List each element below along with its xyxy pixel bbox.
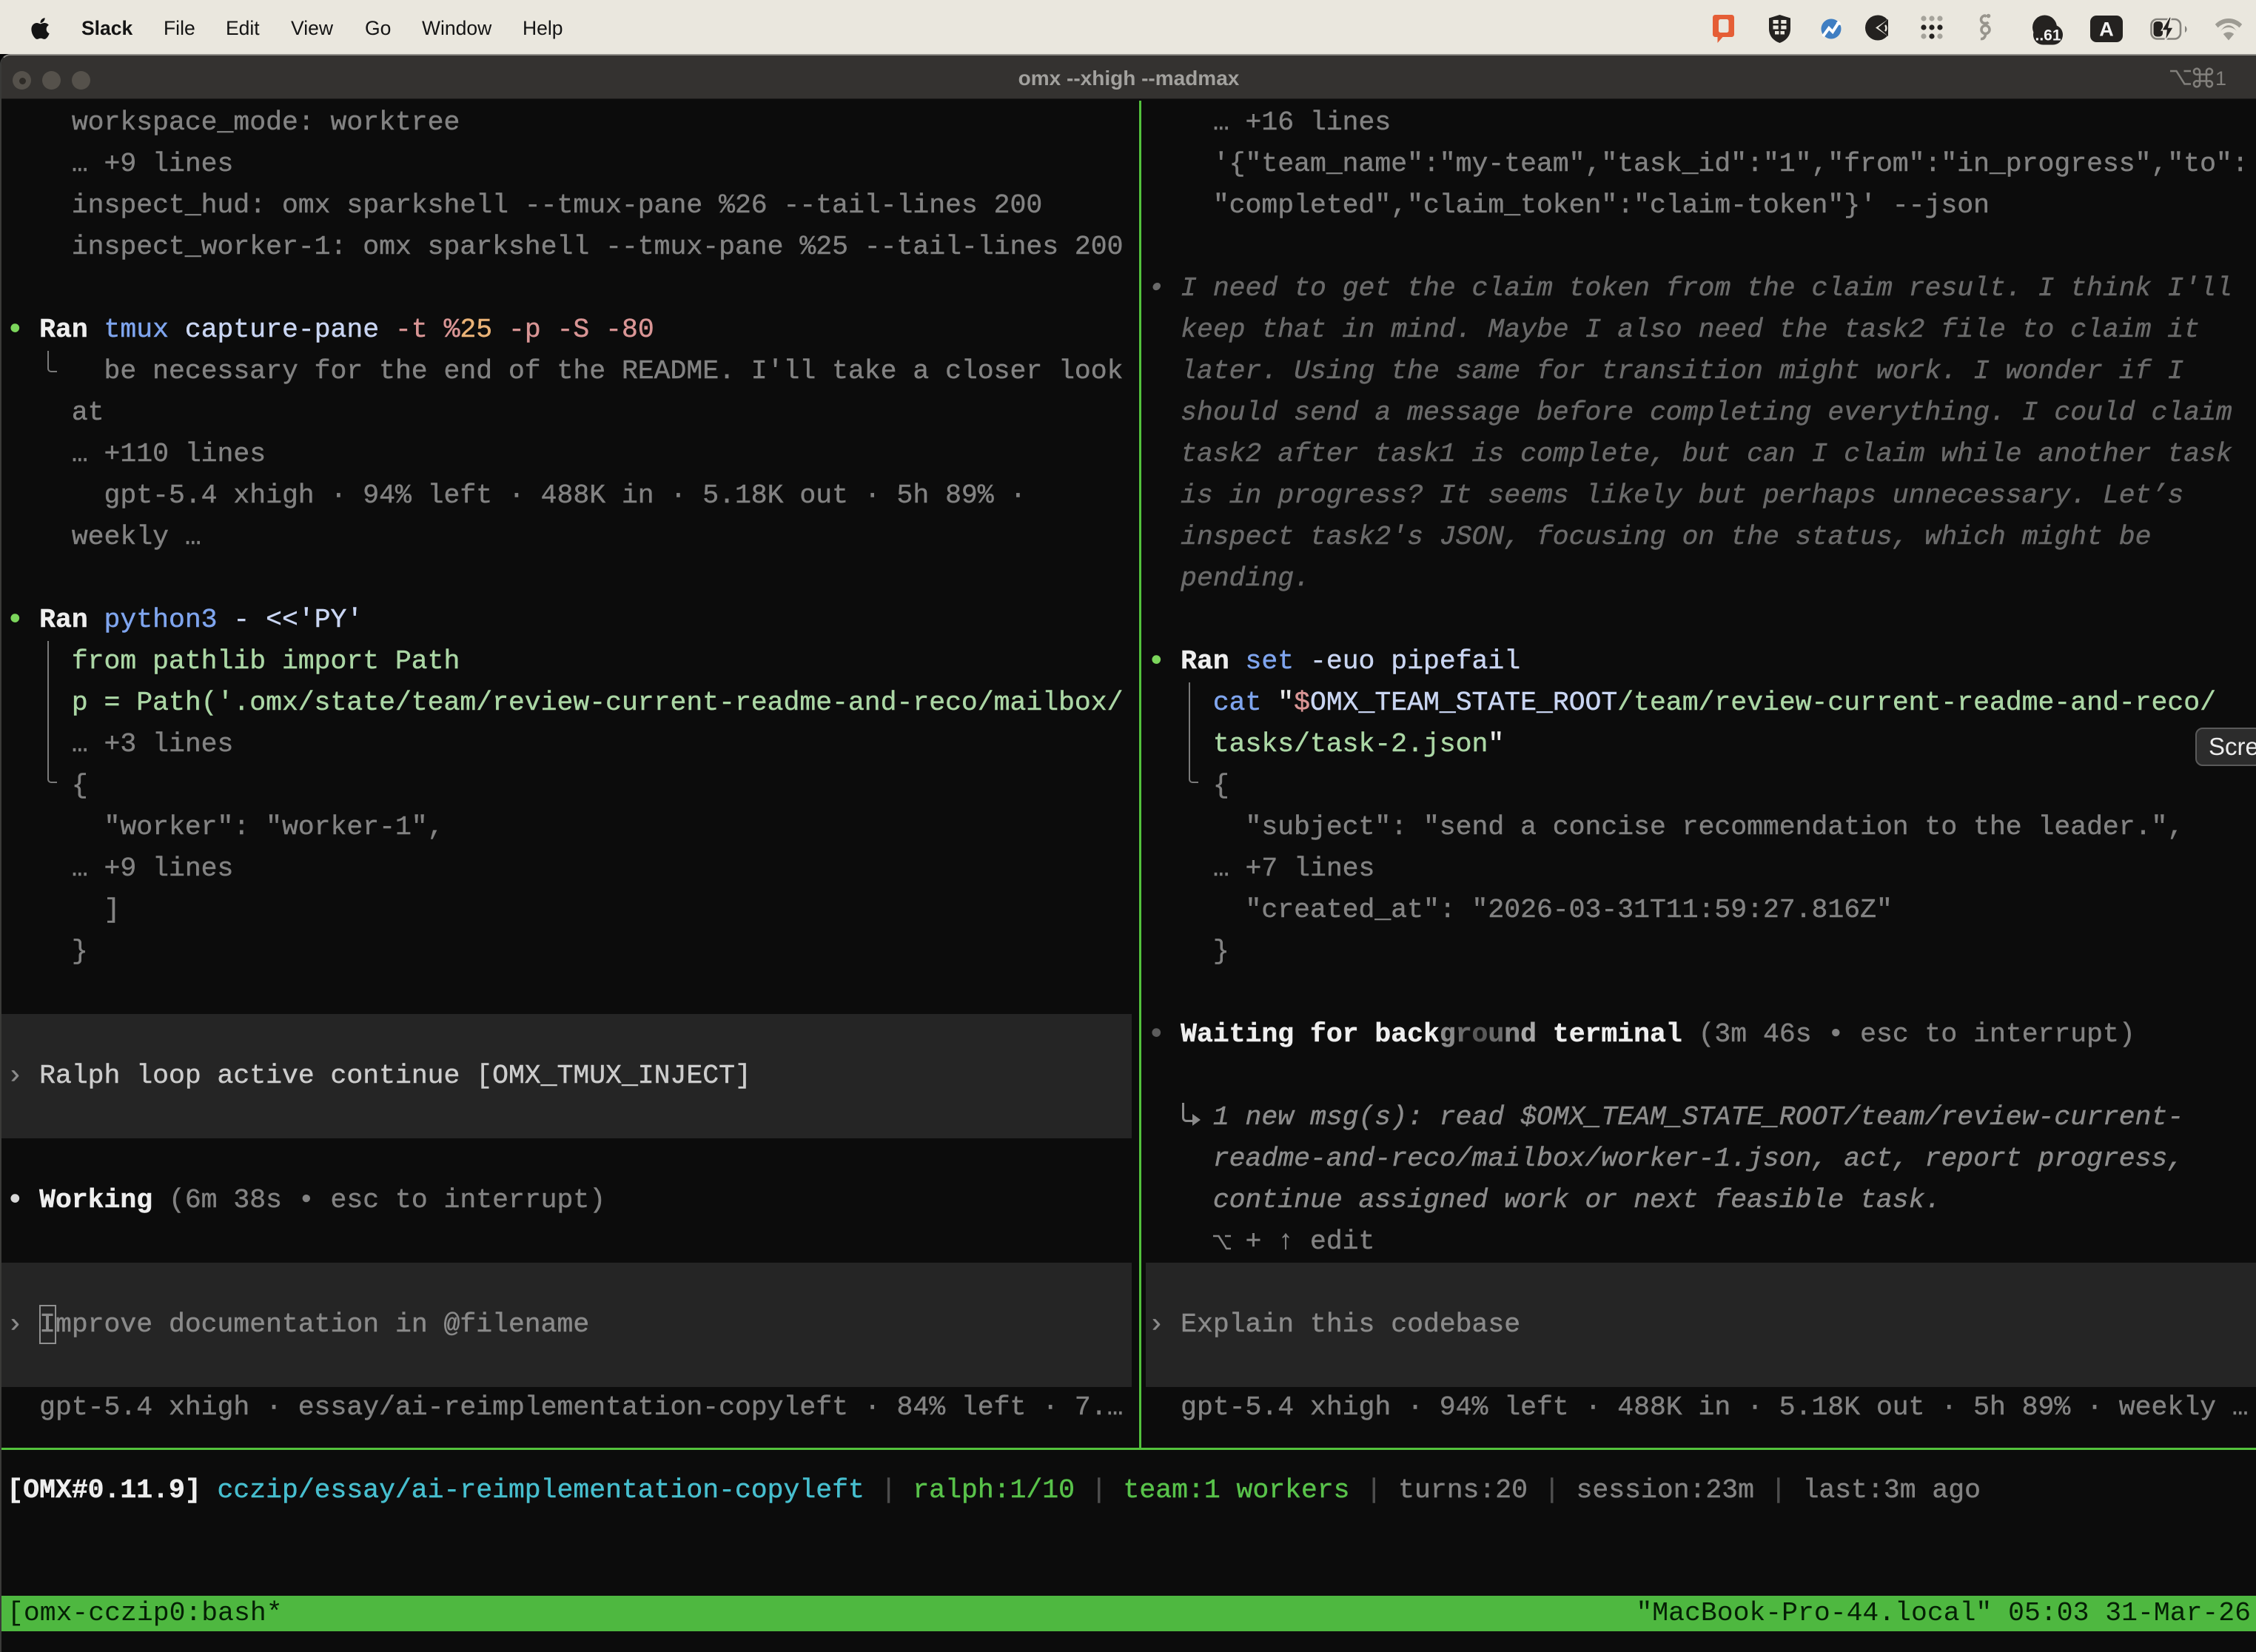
svg-text:A: A	[2099, 18, 2114, 40]
svg-text:1: 1	[2215, 67, 2226, 88]
svg-text:..61: ..61	[2035, 27, 2061, 44]
